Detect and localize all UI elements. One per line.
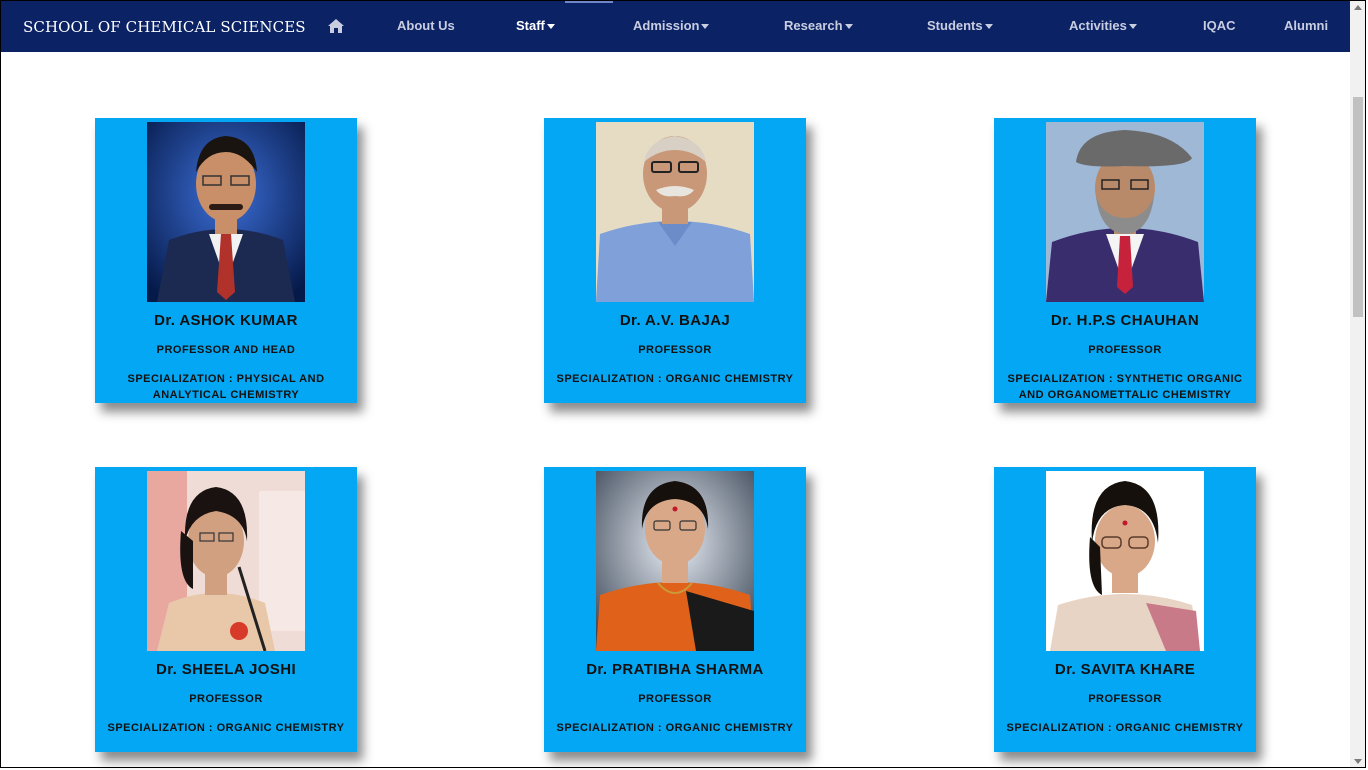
- faculty-specialization: SPECIALIZATION : ORGANIC CHEMISTRY: [107, 722, 345, 734]
- nav-label: About Us: [397, 18, 455, 33]
- nav-students[interactable]: Students: [927, 18, 993, 33]
- nav-label: Activities: [1069, 18, 1127, 33]
- nav-research[interactable]: Research: [784, 18, 853, 33]
- caret-down-icon: [984, 24, 993, 30]
- nav-label: Admission: [633, 18, 700, 33]
- faculty-photo: [596, 471, 754, 651]
- faculty-photo: [596, 122, 754, 302]
- faculty-card: Dr. SAVITA KHARE PROFESSOR SPECIALIZATIO…: [994, 467, 1256, 752]
- faculty-name: Dr. PRATIBHA SHARMA: [586, 661, 764, 678]
- faculty-card: Dr. A.V. BAJAJ PROFESSOR SPECIALIZATION …: [544, 118, 806, 403]
- faculty-name: Dr. H.P.S CHAUHAN: [1050, 312, 1200, 329]
- caret-down-icon: [844, 24, 853, 30]
- nav-label: Students: [927, 18, 983, 33]
- faculty-card: Dr. ASHOK KUMAR PROFESSOR AND HEAD SPECI…: [95, 118, 357, 403]
- faculty-role: PROFESSOR AND HEAD: [156, 344, 296, 356]
- faculty-photo: [147, 471, 305, 651]
- faculty-specialization: SPECIALIZATION : ORGANIC CHEMISTRY: [556, 373, 794, 385]
- faculty-name: Dr. A.V. BAJAJ: [619, 312, 731, 329]
- nav-activities[interactable]: Activities: [1069, 18, 1137, 33]
- nav-about-us[interactable]: About Us: [397, 18, 455, 33]
- caret-down-icon: [546, 24, 555, 30]
- faculty-card: Dr. SHEELA JOSHI PROFESSOR SPECIALIZATIO…: [95, 467, 357, 752]
- nav-alumni[interactable]: Alumni: [1284, 18, 1328, 33]
- faculty-role: PROFESSOR: [1088, 344, 1162, 356]
- nav-staff[interactable]: Staff: [516, 18, 555, 33]
- home-icon[interactable]: [327, 18, 345, 34]
- nav-label: Research: [784, 18, 843, 33]
- faculty-specialization: SPECIALIZATION : ORGANIC CHEMISTRY: [556, 722, 794, 734]
- vertical-scrollbar[interactable]: [1350, 1, 1366, 768]
- nav-label: Alumni: [1284, 18, 1329, 33]
- faculty-name: Dr. SAVITA KHARE: [1054, 661, 1196, 678]
- faculty-name: Dr. ASHOK KUMAR: [154, 312, 298, 329]
- faculty-specialization: SPECIALIZATION : ORGANIC CHEMISTRY: [1006, 722, 1244, 734]
- faculty-photo: [1046, 122, 1204, 302]
- faculty-grid: Dr. ASHOK KUMAR PROFESSOR AND HEAD SPECI…: [1, 52, 1350, 768]
- faculty-specialization: SPECIALIZATION : SYNTHETIC ORGANIC AND O…: [1007, 373, 1243, 401]
- faculty-photo: [1046, 471, 1204, 651]
- faculty-role: PROFESSOR: [189, 693, 263, 705]
- top-navbar: SCHOOL OF CHEMICAL SCIENCES About Us Sta…: [1, 1, 1350, 52]
- scroll-down-arrow-icon[interactable]: [1354, 759, 1362, 764]
- nav-label: Staff: [516, 18, 545, 33]
- faculty-role: PROFESSOR: [638, 344, 712, 356]
- scroll-thumb[interactable]: [1353, 97, 1363, 317]
- active-indicator: [565, 1, 613, 3]
- nav-label: IQAC: [1203, 18, 1236, 33]
- faculty-card: Dr. PRATIBHA SHARMA PROFESSOR SPECIALIZA…: [544, 467, 806, 752]
- faculty-specialization: SPECIALIZATION : PHYSICAL AND ANALYTICAL…: [127, 373, 325, 401]
- faculty-card: Dr. H.P.S CHAUHAN PROFESSOR SPECIALIZATI…: [994, 118, 1256, 403]
- faculty-name: Dr. SHEELA JOSHI: [155, 661, 297, 678]
- faculty-photo: [147, 122, 305, 302]
- nav-iqac[interactable]: IQAC: [1203, 18, 1236, 33]
- faculty-role: PROFESSOR: [1088, 693, 1162, 705]
- nav-admission[interactable]: Admission: [633, 18, 710, 33]
- caret-down-icon: [1128, 24, 1137, 30]
- faculty-role: PROFESSOR: [638, 693, 712, 705]
- site-brand[interactable]: SCHOOL OF CHEMICAL SCIENCES: [23, 18, 306, 36]
- caret-down-icon: [701, 24, 710, 30]
- scroll-up-arrow-icon[interactable]: [1354, 5, 1362, 10]
